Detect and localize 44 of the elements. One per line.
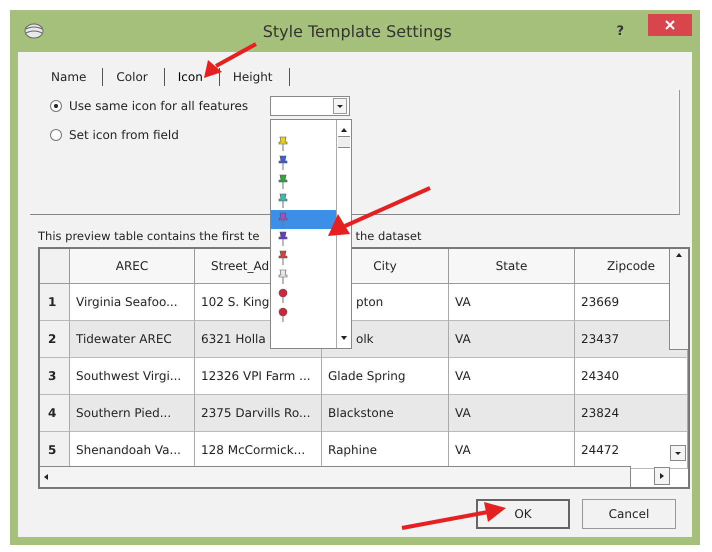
row-number: 1 (40, 284, 70, 321)
row-number: 3 (40, 358, 70, 395)
tab[interactable]: Name (38, 68, 104, 86)
table-cell: 23824 (575, 395, 688, 432)
table-cell: Southern Pied... (70, 395, 195, 432)
column-header: AREC (70, 249, 195, 284)
tab[interactable]: Color (103, 68, 165, 86)
preview-note: the dataset (356, 229, 422, 245)
close-icon (665, 20, 675, 30)
help-button[interactable]: ? (610, 24, 630, 38)
vertical-scrollbar[interactable] (669, 249, 688, 350)
table-cell: 24340 (575, 358, 688, 395)
preview-note: This preview table contains the first te (38, 229, 260, 245)
table-cell: Virginia Seafoo... (70, 284, 195, 321)
scroll-right-icon[interactable] (654, 467, 670, 485)
table-cell: 2375 Darvills Ro... (195, 395, 322, 432)
table-cell: VA (449, 284, 575, 321)
row-number: 5 (40, 432, 70, 469)
table-cell: Glade Spring (322, 358, 449, 395)
dialog-button[interactable]: OK (476, 499, 570, 529)
close-button[interactable] (648, 14, 692, 36)
table-cell: Blackstone (322, 395, 449, 432)
table-cell: VA (449, 358, 575, 395)
radio-label: Set icon from field (69, 128, 179, 142)
radio-option[interactable]: Set icon from field (50, 128, 659, 142)
table-cell: VA (449, 395, 575, 432)
scroll-down-icon[interactable] (670, 445, 686, 461)
horizontal-scrollbar[interactable] (40, 466, 631, 487)
globe-icon (24, 23, 44, 39)
dropdown-caret-icon (333, 98, 348, 114)
tab[interactable]: Icon (164, 68, 219, 86)
table-cell: VA (449, 321, 575, 358)
table-cell: 12326 VPI Farm ... (195, 358, 322, 395)
dialog-button[interactable]: Cancel (582, 499, 676, 529)
radio-button[interactable] (50, 100, 62, 112)
row-number: 2 (40, 321, 70, 358)
table-cell: Southwest Virgi... (70, 358, 195, 395)
table-cell: Tidewater AREC (70, 321, 195, 358)
scroll-thumb[interactable] (338, 136, 350, 148)
table-corner (40, 249, 70, 284)
column-header: State (449, 249, 575, 284)
row-number: 4 (40, 395, 70, 432)
window-title: Style Template Settings (262, 22, 453, 40)
radio-button[interactable] (50, 129, 62, 141)
